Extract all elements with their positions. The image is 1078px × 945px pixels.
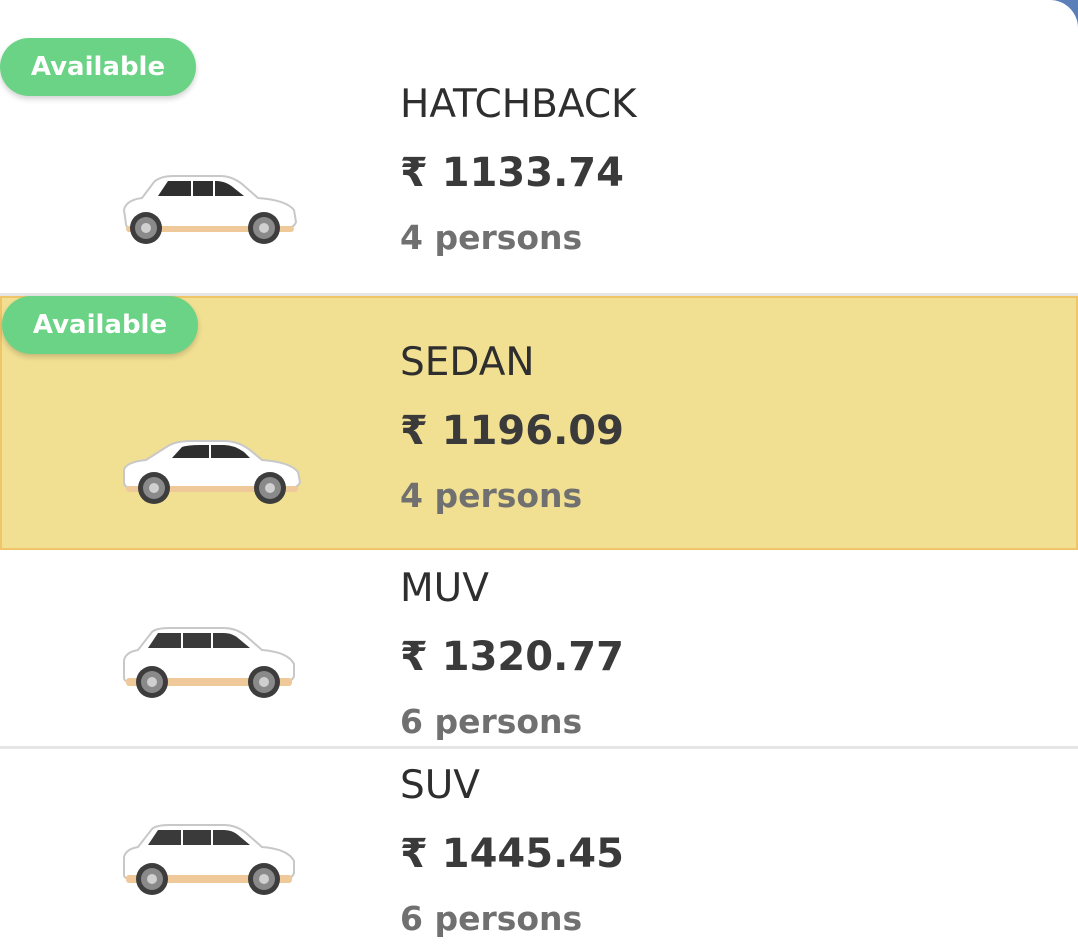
vehicle-option-hatchback[interactable]: Available HATCHBACK ₹ 1133.74 4 persons xyxy=(0,38,1078,293)
vehicle-name: SEDAN xyxy=(400,340,535,385)
availability-badge: Available xyxy=(2,296,198,354)
vehicle-capacity: 6 persons xyxy=(400,899,583,938)
vehicle-option-sedan[interactable]: Available SEDAN ₹ 1196.09 4 persons xyxy=(0,296,1078,550)
vehicle-list: Available HATCHBACK ₹ 1133.74 4 persons … xyxy=(0,0,1078,945)
vehicle-name: HATCHBACK xyxy=(400,82,637,127)
vehicle-capacity: 6 persons xyxy=(400,702,583,741)
vehicle-price: ₹ 1320.77 xyxy=(400,634,624,680)
vehicle-price: ₹ 1196.09 xyxy=(400,408,624,454)
vehicle-option-suv[interactable]: SUV ₹ 1445.45 6 persons xyxy=(0,749,1078,945)
availability-badge: Available xyxy=(0,38,196,96)
vehicle-capacity: 4 persons xyxy=(400,218,583,257)
vehicle-selection-sheet: Available HATCHBACK ₹ 1133.74 4 persons … xyxy=(0,0,1078,945)
vehicle-name: SUV xyxy=(400,763,480,808)
vehicle-price: ₹ 1133.74 xyxy=(400,150,624,196)
hatchback-car-icon xyxy=(122,175,298,244)
suv-car-icon xyxy=(123,824,295,895)
vehicle-capacity: 4 persons xyxy=(400,476,583,515)
vehicle-option-muv[interactable]: MUV ₹ 1320.77 6 persons xyxy=(0,552,1078,746)
sedan-car-icon xyxy=(123,440,302,504)
muv-car-icon xyxy=(123,627,295,698)
vehicle-price: ₹ 1445.45 xyxy=(400,831,624,877)
vehicle-name: MUV xyxy=(400,566,489,611)
